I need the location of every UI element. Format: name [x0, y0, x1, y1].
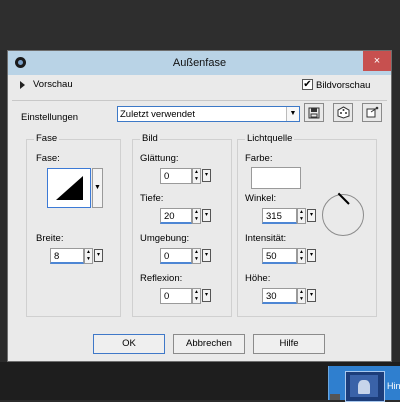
bevel-shape-preview[interactable]: [47, 168, 91, 208]
glaettung-value: 0: [164, 171, 170, 182]
reflexion-value: 0: [164, 291, 170, 302]
umgebung-spinner[interactable]: ▲ ▼: [192, 248, 201, 264]
winkel-spinner[interactable]: ▲ ▼: [297, 208, 306, 224]
reflexion-field[interactable]: 0: [160, 288, 192, 304]
winkel-slider-button[interactable]: ▾: [307, 209, 316, 222]
ok-button[interactable]: OK: [93, 334, 165, 354]
hoehe-field[interactable]: 30: [262, 288, 297, 304]
tiefe-value: 20: [164, 211, 175, 222]
fase-group-title: Fase: [34, 133, 60, 144]
dialog-title: Außenfase: [172, 57, 227, 69]
tiefe-field[interactable]: 20: [160, 208, 192, 224]
intensitaet-value: 50: [266, 251, 277, 262]
tiefe-spinner[interactable]: ▲ ▼: [192, 208, 201, 224]
bild-group: Bild Glättung: 0 ▲ ▼ ▾ Tiefe: 20 ▲ ▼ ▾ Umg…: [132, 133, 232, 317]
bevel-triangle-icon: [56, 176, 83, 200]
lichtquelle-group: Lichtquelle Farbe: Winkel: 315 ▲ ▼ ▾ Inte…: [237, 133, 377, 317]
fase-group: Fase Fase: ▼ Breite: 8 ▲ ▼ ▾: [26, 133, 121, 317]
umgebung-value: 0: [164, 251, 170, 262]
light-color-swatch[interactable]: [251, 167, 301, 189]
intensitaet-slider-button[interactable]: ▾: [307, 249, 316, 262]
angle-needle-icon: [337, 192, 350, 205]
farbe-label: Farbe:: [245, 153, 273, 164]
chevron-down-icon[interactable]: ▼: [286, 107, 299, 121]
tiefe-slider-button[interactable]: ▾: [202, 209, 211, 222]
reflexion-spinner[interactable]: ▲ ▼: [192, 288, 201, 304]
bevel-dialog: Außenfase × Vorschau ✔ Bildvorschau Eins…: [7, 50, 392, 362]
tiefe-label: Tiefe:: [140, 193, 164, 204]
reflexion-label: Reflexion:: [140, 273, 183, 284]
settings-select-value: Zuletzt verwendet: [120, 109, 195, 120]
hoehe-value: 30: [266, 291, 277, 302]
umgebung-field[interactable]: 0: [160, 248, 192, 264]
bevel-shape-dropdown[interactable]: ▼: [92, 168, 103, 208]
settings-select[interactable]: Zuletzt verwendet ▼: [117, 106, 300, 122]
lichtquelle-group-title: Lichtquelle: [245, 133, 295, 144]
bildvorschau-checkbox[interactable]: ✔: [302, 79, 313, 90]
close-button[interactable]: ×: [363, 51, 391, 71]
reset-icon: [366, 106, 378, 118]
app-background-top: [0, 0, 400, 50]
title-bar[interactable]: Außenfase ×: [8, 51, 391, 75]
glaettung-slider-button[interactable]: ▾: [202, 169, 211, 182]
winkel-label: Winkel:: [245, 193, 277, 204]
help-button[interactable]: Hilfe: [253, 334, 325, 354]
randomize-button[interactable]: [333, 103, 353, 122]
umgebung-slider-button[interactable]: ▾: [202, 249, 211, 262]
expand-arrow-icon[interactable]: [20, 81, 25, 89]
thumbnail-label: Hin: [387, 381, 400, 391]
save-preset-button[interactable]: [304, 103, 324, 122]
winkel-value: 315: [266, 211, 282, 222]
bildvorschau-label: Bildvorschau: [316, 80, 371, 91]
intensitaet-field[interactable]: 50: [262, 248, 297, 264]
hoehe-spinner[interactable]: ▲ ▼: [297, 288, 306, 304]
breite-slider-button[interactable]: ▾: [94, 249, 103, 262]
breite-field[interactable]: 8: [50, 248, 84, 264]
breite-label: Breite:: [36, 233, 64, 244]
fase-label: Fase:: [36, 153, 60, 164]
palette-swatch[interactable]: [330, 394, 340, 400]
intensitaet-label: Intensität:: [245, 233, 287, 244]
umgebung-label: Umgebung:: [140, 233, 190, 244]
settings-label: Einstellungen: [21, 112, 79, 123]
reset-button[interactable]: [362, 103, 382, 122]
reflexion-slider-button[interactable]: ▾: [202, 289, 211, 302]
breite-spinner[interactable]: ▲ ▼: [84, 248, 93, 264]
preview-label[interactable]: Vorschau: [33, 79, 73, 90]
save-icon: [308, 107, 320, 119]
glaettung-field[interactable]: 0: [160, 168, 192, 184]
glaettung-spinner[interactable]: ▲ ▼: [192, 168, 201, 184]
intensitaet-spinner[interactable]: ▲ ▼: [297, 248, 306, 264]
glaettung-label: Glättung:: [140, 153, 179, 164]
angle-dial[interactable]: [322, 192, 364, 236]
preview-panel: Vorschau ✔ Bildvorschau Einstellungen Zu…: [8, 75, 391, 123]
divider: [12, 100, 387, 101]
cancel-button[interactable]: Abbrechen: [173, 334, 245, 354]
hoehe-slider-button[interactable]: ▾: [307, 289, 316, 302]
winkel-field[interactable]: 315: [262, 208, 297, 224]
dice-icon: [337, 106, 349, 119]
breite-value: 8: [54, 251, 60, 262]
thumbnail-image: [345, 371, 385, 402]
bild-group-title: Bild: [140, 133, 160, 144]
hoehe-label: Höhe:: [245, 273, 271, 284]
